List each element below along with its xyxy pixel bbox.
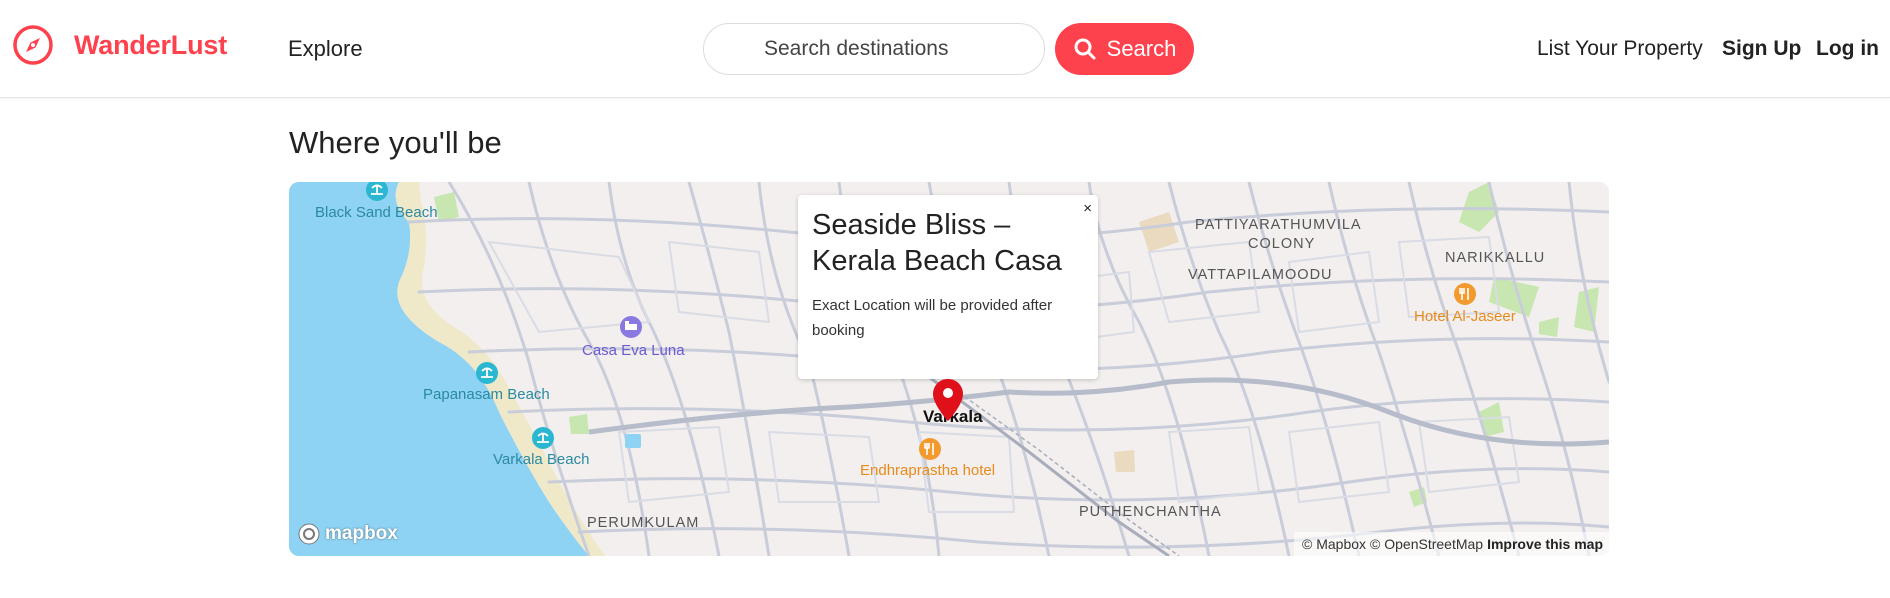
beach-icon-papanasam	[476, 362, 498, 384]
list-property-link[interactable]: List Your Property	[1537, 37, 1703, 61]
mapbox-icon	[298, 523, 320, 545]
location-marker-icon[interactable]	[930, 377, 966, 423]
popup-close-button[interactable]: ×	[1083, 200, 1092, 217]
map-label-colony: COLONY	[1248, 236, 1316, 252]
search-button[interactable]: Search	[1055, 23, 1194, 75]
mapbox-logo-text: mapbox	[325, 523, 398, 544]
attribution-mapbox-link[interactable]: © Mapbox	[1302, 536, 1366, 556]
location-popup: Seaside Bliss – Kerala Beach Casa Exact …	[798, 195, 1098, 379]
map-label-pattiyarathumvila: PATTIYARATHUMVILA	[1195, 217, 1362, 233]
map-label-black-sand-beach: Black Sand Beach	[315, 204, 438, 221]
explore-link[interactable]: Explore	[288, 36, 363, 62]
map[interactable]: Black Sand Beach Casa Eva Luna Papanasam…	[289, 182, 1609, 556]
search-button-label: Search	[1106, 36, 1177, 61]
map-label-puthenchantha: PUTHENCHANTHA	[1079, 504, 1222, 520]
hotel-icon-casa-eva-luna	[620, 316, 642, 338]
search-input[interactable]	[703, 23, 1045, 75]
restaurant-icon-al-jaseer	[1454, 283, 1476, 305]
map-label-perumkulam: PERUMKULAM	[587, 515, 700, 531]
login-link[interactable]: Log in	[1816, 37, 1879, 61]
map-label-papanasam-beach: Papanasam Beach	[423, 386, 550, 403]
signup-link[interactable]: Sign Up	[1722, 37, 1801, 61]
attribution-osm-link[interactable]: © OpenStreetMap	[1370, 536, 1483, 556]
popup-text: Exact Location will be provided after bo…	[812, 297, 1053, 339]
map-label-narikkallu: NARIKKALLU	[1445, 250, 1546, 266]
beach-icon-varkala	[532, 427, 554, 449]
mapbox-logo[interactable]: mapbox	[297, 522, 398, 546]
improve-map-link[interactable]: Improve this map	[1487, 536, 1603, 556]
section-title: Where you'll be	[289, 125, 502, 160]
map-label-vattapilamoodu: VATTAPILAMOODU	[1188, 267, 1333, 283]
popup-title: Seaside Bliss – Kerala Beach Casa	[812, 209, 1062, 277]
brand-name: WanderLust	[74, 29, 227, 60]
map-label-varkala-beach: Varkala Beach	[493, 451, 590, 468]
search-icon	[1074, 38, 1096, 60]
brand[interactable]: WanderLust	[12, 24, 227, 66]
map-label-endhraprastha-hotel: Endhraprastha hotel	[860, 462, 996, 479]
map-label-hotel-al-jaseer: Hotel Al-Jaseer	[1414, 308, 1516, 325]
restaurant-icon-endhraprastha	[919, 438, 941, 460]
map-label-casa-eva-luna: Casa Eva Luna	[582, 342, 685, 359]
navbar: WanderLust Explore Search List Your Prop…	[0, 0, 1890, 98]
compass-icon	[13, 25, 53, 65]
map-attribution: © Mapbox © OpenStreetMap Improve this ma…	[1294, 532, 1609, 556]
